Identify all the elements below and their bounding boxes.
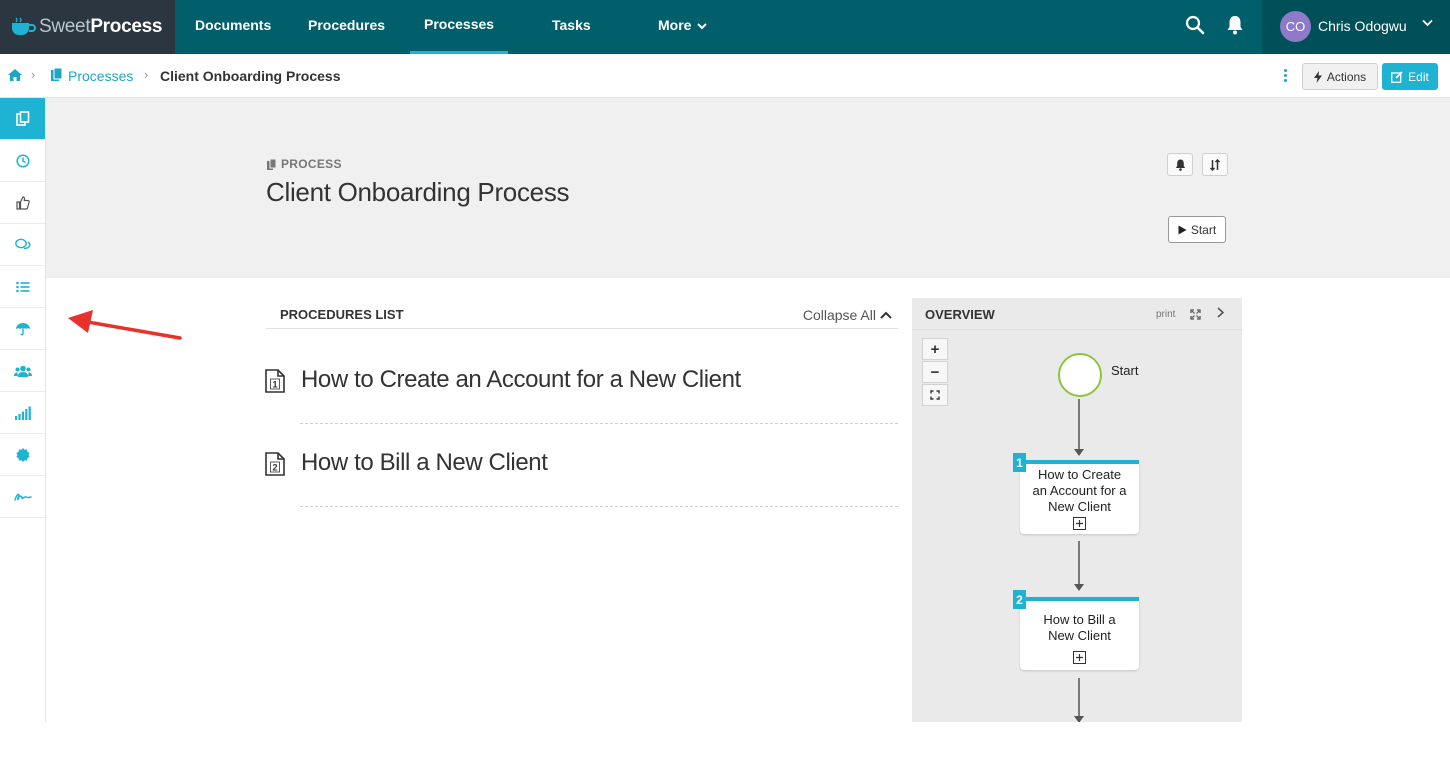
sort-icon (1209, 158, 1221, 171)
flow-step-line: an Account for a (1032, 483, 1127, 498)
sidebar-item-policies[interactable] (0, 308, 45, 350)
overview-panel: OVERVIEW print + − Start 1 How to Create… (912, 298, 1242, 722)
collapse-all-button[interactable]: Collapse All (803, 307, 892, 323)
actions-button-label: Actions (1326, 69, 1367, 84)
chevron-down-icon (697, 3, 708, 53)
chevron-up-icon (880, 311, 892, 319)
document-icon: 1 (265, 369, 285, 393)
top-navigation: SweetProcess Documents Procedures Proces… (0, 0, 1450, 54)
collapse-all-label: Collapse All (802, 307, 876, 323)
flow-step-line: New Client (1048, 628, 1111, 643)
users-icon (13, 365, 32, 377)
logo-text-bold: Process (90, 16, 163, 37)
signal-icon (14, 406, 31, 420)
search-icon[interactable] (1185, 15, 1207, 37)
sidebar-item-comments[interactable] (0, 224, 45, 266)
flow-step-line: How to Create (1037, 467, 1122, 482)
nav-processes-label: Processes (424, 16, 495, 32)
notifications-button[interactable] (1167, 153, 1193, 176)
sidebar-item-steps[interactable] (0, 266, 45, 308)
sweetprocess-logo[interactable]: SweetProcess (0, 0, 175, 54)
flow-start-label: Start (1111, 363, 1139, 378)
expand-plus-icon[interactable] (1073, 651, 1086, 664)
edit-button[interactable]: Edit (1382, 63, 1438, 90)
flow-step-number: 1 (1013, 453, 1026, 472)
start-button-label: Start (1190, 222, 1217, 237)
procedure-title[interactable]: How to Create an Account for a New Clien… (301, 366, 741, 394)
comments-icon (14, 238, 31, 249)
start-process-button[interactable]: Start (1168, 216, 1226, 243)
sort-button[interactable] (1202, 153, 1228, 176)
play-icon (1178, 225, 1187, 234)
page-kicker-label: PROCESS (281, 157, 342, 171)
chevron-down-icon (1422, 18, 1433, 30)
avatar: CO (1280, 11, 1311, 42)
signature-icon (13, 493, 32, 501)
clock-icon (15, 153, 30, 168)
divider (300, 506, 898, 507)
flow-step-line: How to Bill a (1043, 612, 1116, 627)
badge-icon (15, 447, 30, 462)
process-header (46, 98, 1450, 278)
bell-icon[interactable] (1226, 15, 1248, 37)
flow-step-number: 2 (1013, 590, 1026, 609)
process-icon (267, 158, 277, 170)
logo-cup-icon (10, 17, 36, 37)
annotation-arrow (68, 310, 182, 340)
bolt-icon (1313, 70, 1322, 83)
breadcrumb-separator: › (144, 67, 149, 82)
nav-more[interactable]: More (658, 0, 708, 54)
procedure-title[interactable]: How to Bill a New Client (301, 449, 548, 477)
procedure-number: 1 (272, 380, 277, 390)
sidebar-item-reports[interactable] (0, 392, 45, 434)
documents-icon (15, 111, 29, 126)
umbrella-icon (15, 322, 30, 335)
page-title: Client Onboarding Process (266, 177, 570, 207)
logo-text-light: Sweet (39, 16, 91, 37)
list-icon (15, 281, 29, 292)
procedures-list-header: PROCEDURES LIST Collapse All (266, 298, 898, 329)
sidebar-item-team[interactable] (0, 350, 45, 392)
thumbs-up-icon (15, 195, 30, 210)
breadcrumb-current: Client Onboarding Process (160, 68, 341, 84)
edit-button-label: Edit (1408, 69, 1429, 84)
flow-start-node[interactable] (1058, 353, 1102, 397)
nav-more-label: More (658, 17, 692, 33)
nav-tasks[interactable]: Tasks (552, 0, 591, 54)
nav-procedures[interactable]: Procedures (308, 0, 385, 54)
document-icon: 2 (265, 452, 285, 476)
nav-processes[interactable]: Processes (410, 0, 509, 54)
procedure-number: 2 (272, 463, 277, 473)
flow-step-line: New Client (1048, 499, 1111, 514)
edit-icon (1391, 70, 1403, 83)
procedure-item[interactable]: 2 How to Bill a New Client (262, 449, 902, 519)
actions-button[interactable]: Actions (1302, 63, 1378, 90)
more-options-icon[interactable] (1279, 67, 1291, 85)
procedures-list-title: PROCEDURES LIST (280, 307, 404, 322)
sidebar-item-approvals[interactable] (0, 182, 45, 224)
breadcrumb: › Processes › Client Onboarding Process (0, 54, 1450, 98)
divider (300, 423, 898, 424)
sidebar-item-documents[interactable] (0, 98, 45, 140)
sidebar-item-history[interactable] (0, 140, 45, 182)
nav-documents[interactable]: Documents (195, 0, 271, 54)
flow-step-card[interactable]: 2 How to Bill a New Client (1013, 590, 1139, 670)
breadcrumb-separator: › (31, 67, 36, 82)
flow-step-card[interactable]: 1 How to Create an Account for a New Cli… (1013, 453, 1139, 534)
user-name: Chris Odogwu (1318, 18, 1407, 34)
user-menu[interactable]: CO Chris Odogwu (1262, 0, 1450, 54)
home-icon[interactable] (7, 68, 23, 87)
bell-icon (1175, 159, 1185, 171)
sidebar-item-certification[interactable] (0, 434, 45, 476)
page-kicker: PROCESS (267, 157, 342, 171)
processes-icon (51, 67, 63, 87)
left-sidebar (0, 98, 46, 722)
expand-plus-icon[interactable] (1073, 517, 1086, 530)
sidebar-item-signoff[interactable] (0, 476, 45, 518)
breadcrumb-processes[interactable]: Processes (68, 68, 133, 84)
procedure-item[interactable]: 1 How to Create an Account for a New Cli… (262, 366, 902, 436)
